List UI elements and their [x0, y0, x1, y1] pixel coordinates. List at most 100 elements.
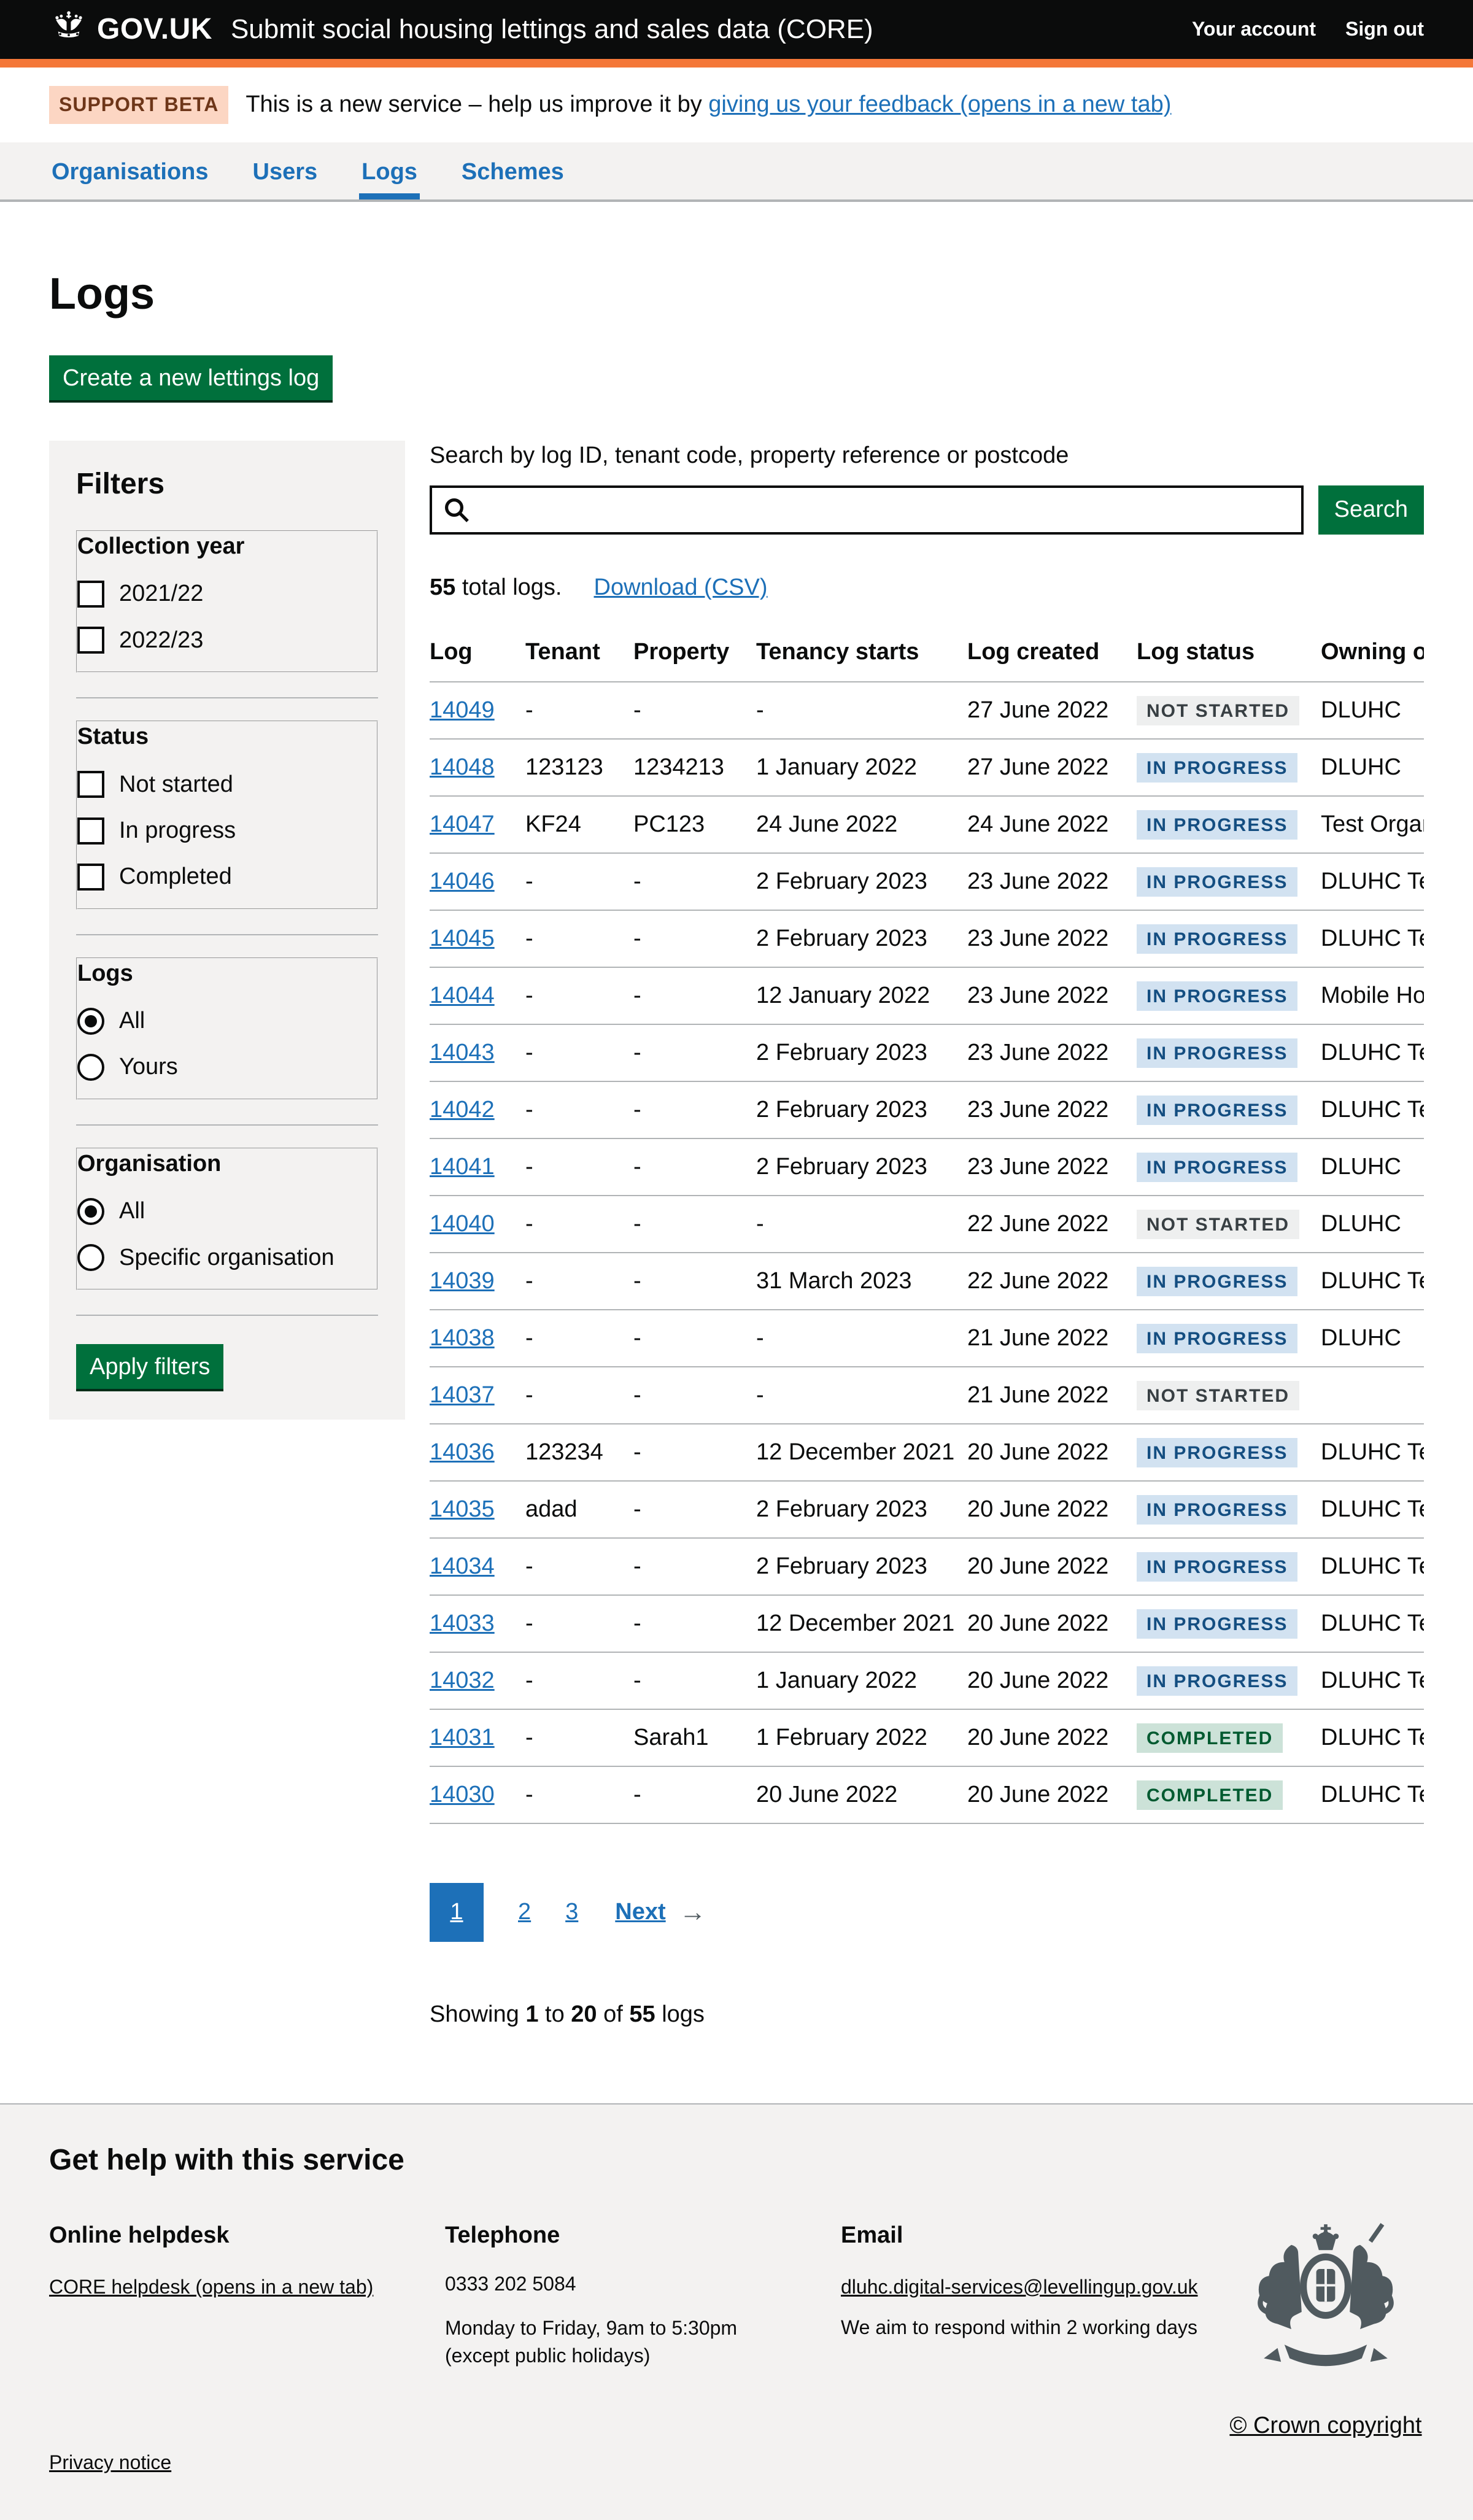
radio-label[interactable]: All [119, 1196, 145, 1226]
footer-telephone: Telephone 0333 202 5084 Monday to Friday… [445, 2220, 841, 2380]
checkbox-2022-23[interactable] [77, 627, 104, 654]
checkbox-label[interactable]: Not started [119, 770, 233, 800]
radio-label[interactable]: All [119, 1006, 145, 1036]
tenancy-starts-cell: 2 February 2023 [756, 853, 967, 910]
checkbox-completed[interactable] [77, 864, 104, 891]
log-id-link[interactable]: 14035 [430, 1496, 495, 1522]
radio-label[interactable]: Specific organisation [119, 1243, 334, 1273]
checkbox-not-started[interactable] [77, 771, 104, 798]
log-id-link[interactable]: 14030 [430, 1782, 495, 1807]
pagination-page-2[interactable]: 2 [518, 1897, 531, 1927]
radio-logs-all[interactable] [77, 1008, 104, 1035]
footer-online-helpdesk: Online helpdesk CORE helpdesk (opens in … [49, 2220, 445, 2302]
tab-schemes[interactable]: Schemes [459, 142, 566, 199]
tenant-cell: - [525, 1253, 633, 1310]
log-id-link[interactable]: 14044 [430, 983, 495, 1008]
log-status-cell: IN PROGRESS [1137, 853, 1321, 910]
tenant-cell: KF24 [525, 796, 633, 853]
tenancy-starts-cell: - [756, 682, 967, 739]
log-id-link[interactable]: 14046 [430, 868, 495, 894]
log-id-link[interactable]: 14032 [430, 1668, 495, 1693]
tab-users[interactable]: Users [250, 142, 320, 199]
column-header-log-created: Log created [967, 637, 1137, 681]
core-helpdesk-link[interactable]: CORE helpdesk (opens in a new tab) [49, 2276, 373, 2298]
log-id-link[interactable]: 14038 [430, 1325, 495, 1351]
service-name[interactable]: Submit social housing lettings and sales… [231, 12, 873, 47]
create-lettings-log-button[interactable]: Create a new lettings log [49, 355, 333, 400]
filter-legend: Collection year [77, 531, 377, 562]
tab-organisations[interactable]: Organisations [49, 142, 211, 199]
tenancy-starts-cell: 2 February 2023 [756, 1138, 967, 1196]
log-id-link[interactable]: 14048 [430, 754, 495, 780]
tab-logs[interactable]: Logs [359, 142, 420, 199]
search-button[interactable]: Search [1318, 485, 1424, 535]
log-status-cell: IN PROGRESS [1137, 1424, 1321, 1481]
phase-banner: SUPPORT BETA This is a new service – hel… [0, 68, 1473, 142]
apply-filters-button[interactable]: Apply filters [76, 1344, 223, 1389]
tenant-cell: - [525, 1709, 633, 1766]
checkbox-label[interactable]: 2021/22 [119, 579, 203, 609]
checkbox-label[interactable]: 2022/23 [119, 625, 203, 655]
log-id-link[interactable]: 14043 [430, 1040, 495, 1065]
showing-count: 55 [629, 2001, 655, 2027]
checkbox-in-progress[interactable] [77, 817, 104, 845]
pagination-page-3[interactable]: 3 [565, 1897, 578, 1927]
property-cell: - [633, 1595, 756, 1652]
feedback-link[interactable]: giving us your feedback (opens in a new … [708, 91, 1171, 117]
log-id-link[interactable]: 14039 [430, 1268, 495, 1294]
table-row: 14039--31 March 202322 June 2022IN PROGR… [430, 1253, 1424, 1310]
govuk-header: GOV.UK Submit social housing lettings an… [0, 0, 1473, 68]
radio-label[interactable]: Yours [119, 1052, 178, 1082]
checkbox-label[interactable]: Completed [119, 862, 232, 892]
email-link[interactable]: dluhc.digital-services@levellingup.gov.u… [841, 2276, 1198, 2298]
your-account-link[interactable]: Your account [1192, 17, 1316, 42]
log-id-link[interactable]: 14041 [430, 1154, 495, 1180]
results-summary: 55 total logs. Download (CSV) [430, 573, 1424, 603]
checkbox-label[interactable]: In progress [119, 816, 236, 846]
logs-table-body: 14049---27 June 2022NOT STARTEDDLUHC1404… [430, 682, 1424, 1823]
tenancy-starts-cell: 2 February 2023 [756, 1538, 967, 1595]
log-id-link[interactable]: 14049 [430, 697, 495, 723]
log-id-link[interactable]: 14037 [430, 1382, 495, 1408]
log-id-link[interactable]: 14045 [430, 926, 495, 951]
log-created-cell: 23 June 2022 [967, 1024, 1137, 1081]
property-cell: - [633, 1424, 756, 1481]
filter-legend: Status [77, 722, 377, 752]
right-arrow-icon: → [679, 1895, 706, 1930]
sign-out-link[interactable]: Sign out [1345, 17, 1424, 42]
log-id-link[interactable]: 14034 [430, 1553, 495, 1579]
owning-org-cell: DLUHC Tes [1321, 1652, 1424, 1709]
status-badge: IN PROGRESS [1137, 924, 1297, 954]
log-created-cell: 23 June 2022 [967, 1081, 1137, 1138]
total-suffix: total logs. [455, 574, 562, 600]
log-created-cell: 20 June 2022 [967, 1709, 1137, 1766]
log-created-cell: 23 June 2022 [967, 910, 1137, 967]
radio-organisation-specific[interactable] [77, 1244, 104, 1271]
radio-organisation-all[interactable] [77, 1198, 104, 1225]
log-id-link[interactable]: 14042 [430, 1097, 495, 1123]
log-created-cell: 23 June 2022 [967, 1138, 1137, 1196]
owning-org-cell: DLUHC Tes [1321, 1024, 1424, 1081]
status-badge: COMPLETED [1137, 1723, 1283, 1753]
status-badge: IN PROGRESS [1137, 1153, 1297, 1182]
log-id-link[interactable]: 14040 [430, 1211, 495, 1237]
account-nav: Your account Sign out [1192, 17, 1424, 42]
column-header-tenant: Tenant [525, 637, 633, 681]
radio-logs-yours[interactable] [77, 1054, 104, 1081]
download-csv-link[interactable]: Download (CSV) [594, 573, 768, 603]
log-id-link[interactable]: 14031 [430, 1725, 495, 1750]
privacy-notice-link[interactable]: Privacy notice [49, 2451, 171, 2473]
govuk-logo[interactable]: GOV.UK [49, 9, 212, 49]
pagination-next-link[interactable]: Next [615, 1897, 665, 1927]
log-status-cell: IN PROGRESS [1137, 1481, 1321, 1538]
log-id-link[interactable]: 14036 [430, 1439, 495, 1465]
checkbox-2021-22[interactable] [77, 581, 104, 608]
search-input[interactable] [430, 485, 1304, 535]
filter-legend: Logs [77, 959, 377, 989]
owning-org-cell: DLUHC Tes [1321, 1253, 1424, 1310]
showing-to: 20 [571, 2001, 597, 2027]
crown-copyright-link[interactable]: © Crown copyright [1229, 2411, 1421, 2441]
pagination-page-1-current[interactable]: 1 [430, 1883, 484, 1942]
log-id-link[interactable]: 14047 [430, 811, 495, 837]
log-id-link[interactable]: 14033 [430, 1610, 495, 1636]
